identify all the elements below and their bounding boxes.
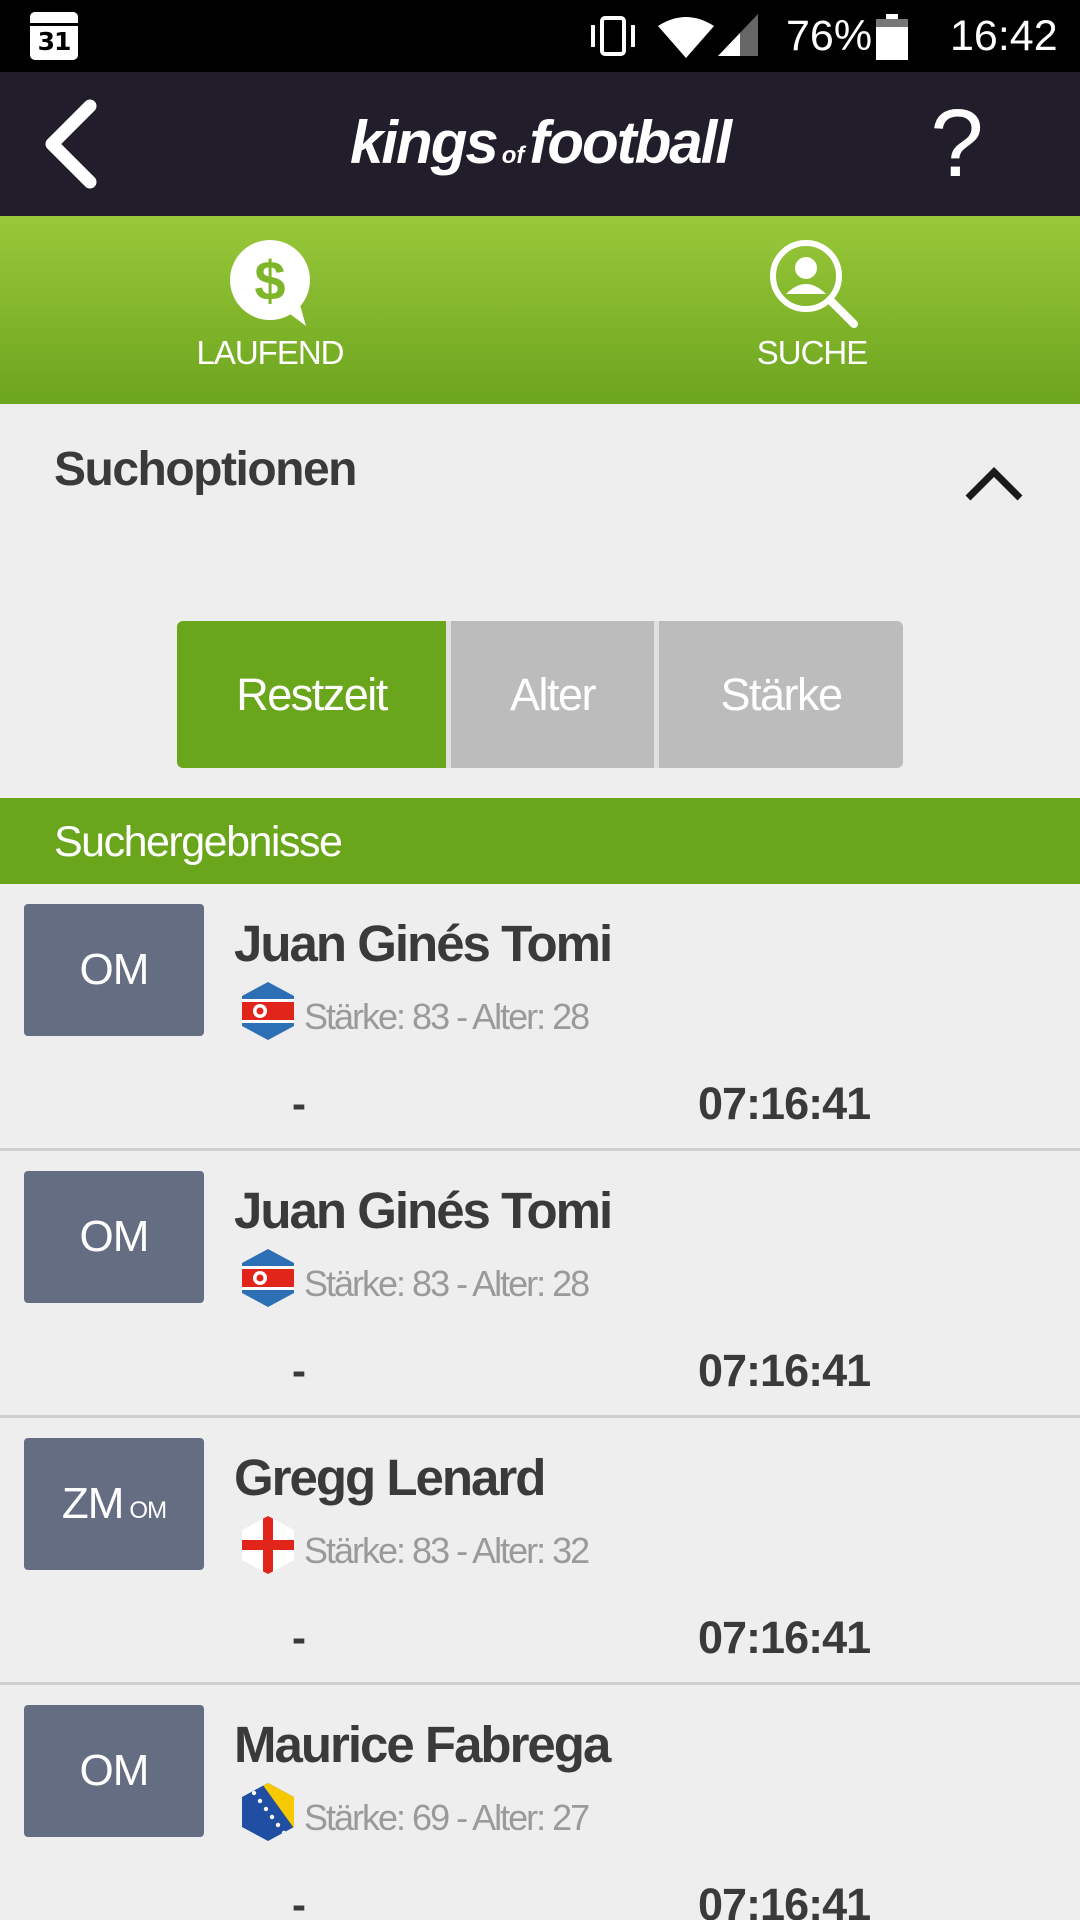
player-name: Gregg Lenard: [234, 1449, 546, 1506]
player-row[interactable]: ZM OM Gregg Lenard Stärke: 83 - Alter: 32…: [0, 1418, 1080, 1685]
sort-segmented-control: Restzeit Alter Stärke: [177, 621, 903, 768]
player-name: Juan Ginés Tomi: [234, 1182, 613, 1239]
chevron-up-icon[interactable]: [962, 460, 1026, 504]
cell-signal-icon: [718, 14, 758, 56]
player-name: Maurice Fabrega: [234, 1716, 611, 1773]
search-options-title: Suchoptionen: [54, 443, 357, 496]
remaining-time: 07:16:41: [698, 1612, 871, 1663]
position-badge: OM: [24, 904, 204, 1036]
england-flag-icon: [242, 1516, 294, 1574]
bid-value: -: [292, 1614, 306, 1661]
position-badge: OM: [24, 1171, 204, 1303]
bid-value: -: [292, 1881, 306, 1920]
app-header: kings offootball ?: [0, 72, 1080, 216]
calendar-day: 31: [37, 27, 72, 56]
svg-text:$: $: [254, 249, 285, 312]
user-search-icon: [770, 240, 858, 328]
north-korea-flag-icon: [242, 982, 294, 1040]
results-list: OM Juan Ginés Tomi Stärke: 83 - Alter: 2…: [0, 884, 1080, 1920]
tab-bar: $ LAUFEND SUCHE: [0, 216, 1080, 404]
status-bar: 31 76% 16:42: [0, 0, 1080, 72]
vibrate-icon: [591, 16, 635, 56]
tab-search[interactable]: SUCHE: [662, 216, 962, 404]
remaining-time: 07:16:41: [698, 1345, 871, 1396]
player-stats: Stärke: 69 - Alter: 27: [304, 1797, 590, 1838]
sort-option-age[interactable]: Alter: [446, 621, 654, 768]
calendar-icon: 31: [30, 12, 78, 60]
battery-percent: 76%: [786, 12, 873, 60]
north-korea-flag-icon: [242, 1249, 294, 1307]
player-stats: Stärke: 83 - Alter: 28: [304, 1263, 590, 1304]
player-name: Juan Ginés Tomi: [234, 915, 613, 972]
sort-option-strength[interactable]: Stärke: [654, 621, 903, 768]
player-row[interactable]: OM Juan Ginés Tomi Stärke: 83 - Alter: 2…: [0, 1151, 1080, 1418]
position-badge: OM: [24, 1705, 204, 1837]
help-button[interactable]: ?: [924, 92, 990, 196]
bosnia-flag-icon: [242, 1783, 294, 1841]
tab-running-label: LAUFEND: [196, 334, 344, 371]
remaining-time: 07:16:41: [698, 1879, 871, 1920]
dollar-speech-icon: $: [230, 240, 310, 326]
app-logo: kings offootball: [350, 109, 732, 176]
wifi-icon: [658, 17, 714, 58]
battery-icon: [876, 14, 908, 60]
bid-value: -: [292, 1347, 306, 1394]
tab-running[interactable]: $ LAUFEND: [120, 216, 420, 404]
position-badge: ZM OM: [24, 1438, 204, 1570]
sort-option-remaining-time[interactable]: Restzeit: [177, 621, 446, 768]
remaining-time: 07:16:41: [698, 1078, 871, 1129]
results-header: Suchergebnisse: [0, 798, 1080, 884]
results-title: Suchergebnisse: [54, 818, 343, 866]
player-stats: Stärke: 83 - Alter: 32: [304, 1530, 590, 1571]
search-options-header[interactable]: Suchoptionen: [0, 404, 1080, 544]
player-stats: Stärke: 83 - Alter: 28: [304, 996, 590, 1037]
tab-search-label: SUCHE: [756, 334, 869, 371]
bid-value: -: [292, 1080, 306, 1127]
player-row[interactable]: OM Juan Ginés Tomi Stärke: 83 - Alter: 2…: [0, 884, 1080, 1151]
player-row[interactable]: OM Maurice Fabrega Stärke: 69 - Alter: 2…: [0, 1685, 1080, 1920]
clock: 16:42: [950, 12, 1058, 60]
